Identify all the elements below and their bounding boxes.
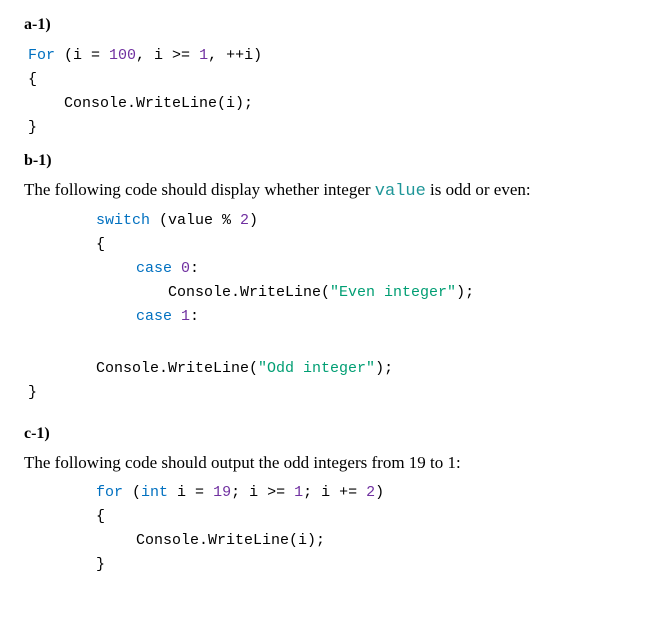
keyword-case: case	[136, 260, 172, 277]
string: "Even integer"	[330, 284, 456, 301]
desc-text: is odd or even:	[426, 180, 531, 199]
code-text: , i >=	[136, 47, 199, 64]
desc-text: The following code should display whethe…	[24, 180, 375, 199]
code-text: );	[456, 284, 474, 301]
code-line: switch (value % 2)	[28, 209, 628, 233]
keyword-case: case	[136, 308, 172, 325]
code-text: (i =	[55, 47, 109, 64]
section-c-desc: The following code should output the odd…	[24, 453, 628, 473]
number: 100	[109, 47, 136, 64]
code-text: ; i >=	[231, 484, 294, 501]
section-b-desc: The following code should display whethe…	[24, 180, 628, 201]
code-block-b: switch (value % 2) { case 0: Console.Wri…	[28, 209, 628, 405]
code-block-c: for (int i = 19; i >= 1; i += 2) { Conso…	[28, 481, 628, 577]
code-text: (	[123, 484, 141, 501]
number: 19	[213, 484, 231, 501]
code-line: for (int i = 19; i >= 1; i += 2)	[28, 481, 628, 505]
code-line: }	[28, 381, 628, 405]
code-text: Console.WriteLine(	[96, 360, 258, 377]
code-text: )	[249, 212, 258, 229]
code-text: Console.WriteLine(i);	[64, 95, 253, 112]
code-text: (value %	[150, 212, 240, 229]
number: 1	[294, 484, 303, 501]
code-text	[172, 308, 181, 325]
number: 2	[366, 484, 375, 501]
number: 1	[181, 308, 190, 325]
keyword-for: For	[28, 47, 55, 64]
code-text: :	[190, 308, 199, 325]
code-line: Console.WriteLine("Even integer");	[28, 281, 628, 305]
number: 1	[199, 47, 208, 64]
code-line: Console.WriteLine(i);	[28, 92, 628, 116]
code-line: }	[28, 553, 628, 577]
code-line: Console.WriteLine("Odd integer");	[28, 357, 628, 381]
code-text: , ++i)	[208, 47, 262, 64]
code-block-a: For (i = 100, i >= 1, ++i) { Console.Wri…	[28, 44, 628, 140]
code-text: ; i +=	[303, 484, 366, 501]
number: 2	[240, 212, 249, 229]
code-text: )	[375, 484, 384, 501]
keyword-int: int	[141, 484, 168, 501]
code-line: case 0:	[28, 257, 628, 281]
code-text: :	[190, 260, 199, 277]
section-a-label: a-1)	[24, 16, 628, 34]
string: "Odd integer"	[258, 360, 375, 377]
keyword-switch: switch	[96, 212, 150, 229]
desc-var: value	[375, 182, 426, 201]
code-text: );	[375, 360, 393, 377]
code-line: }	[28, 116, 628, 140]
section-c-label: c-1)	[24, 425, 628, 443]
code-line: {	[28, 68, 628, 92]
keyword-for: for	[96, 484, 123, 501]
code-line: Console.WriteLine(i);	[28, 529, 628, 553]
code-text: i =	[168, 484, 213, 501]
code-line: For (i = 100, i >= 1, ++i)	[28, 44, 628, 68]
code-text	[172, 260, 181, 277]
number: 0	[181, 260, 190, 277]
section-b-label: b-1)	[24, 152, 628, 170]
code-text: Console.WriteLine(	[168, 284, 330, 301]
code-line: {	[28, 505, 628, 529]
code-line: {	[28, 233, 628, 257]
code-line: case 1:	[28, 305, 628, 329]
